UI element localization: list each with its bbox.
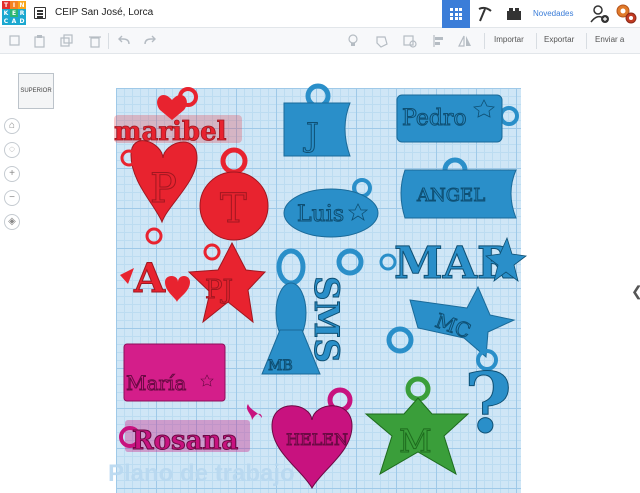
j-keychain[interactable]: J: [283, 83, 351, 157]
shape-label: Luis: [297, 202, 344, 227]
maria-keychain[interactable]: María: [123, 343, 226, 402]
shape-label: MB: [268, 358, 293, 374]
a-keychain[interactable]: A: [120, 227, 190, 303]
shape-label: P: [150, 166, 177, 212]
mar-keychain[interactable]: MAR: [379, 236, 528, 290]
maribel-keychain[interactable]: maribel: [114, 87, 242, 147]
shape-label: ANGEL: [416, 185, 485, 206]
shape-label: SMS: [306, 276, 346, 363]
rosana-keychain[interactable]: Rosana: [119, 404, 262, 457]
pedro-keychain[interactable]: Pedro: [396, 94, 519, 143]
workplane-label: Plano de trabajo: [108, 460, 295, 487]
mc-keychain[interactable]: MC: [386, 285, 516, 359]
shape-label: PJ: [205, 275, 233, 305]
shape-label: HELEN: [286, 430, 348, 449]
shape-label: A: [133, 255, 166, 302]
question-mark-keychain[interactable]: ?: [464, 349, 513, 453]
sms-keychain[interactable]: SMS: [306, 248, 364, 363]
shape-label: Pedro: [402, 106, 467, 131]
shape-label: J: [303, 116, 319, 154]
model-scene[interactable]: maribel P T J Pedro Luis ANGEL A PJ MB S…: [0, 0, 640, 493]
panel-collapse-icon[interactable]: ❮: [631, 283, 640, 300]
shape-label: María: [126, 371, 186, 395]
shape-label: maribel: [114, 117, 227, 147]
shape-label: Rosana: [132, 426, 238, 456]
heart-p-keychain[interactable]: P: [120, 140, 198, 224]
angel-keychain[interactable]: ANGEL: [400, 157, 517, 219]
shape-label: T: [220, 186, 247, 232]
shape-label: M: [399, 422, 432, 460]
shape-label: ?: [464, 356, 512, 452]
green-star-m-keychain[interactable]: M: [364, 376, 470, 476]
star-pj-keychain[interactable]: PJ: [187, 241, 267, 324]
circle-t-keychain[interactable]: T: [199, 147, 269, 241]
luis-keychain[interactable]: Luis: [283, 178, 379, 238]
